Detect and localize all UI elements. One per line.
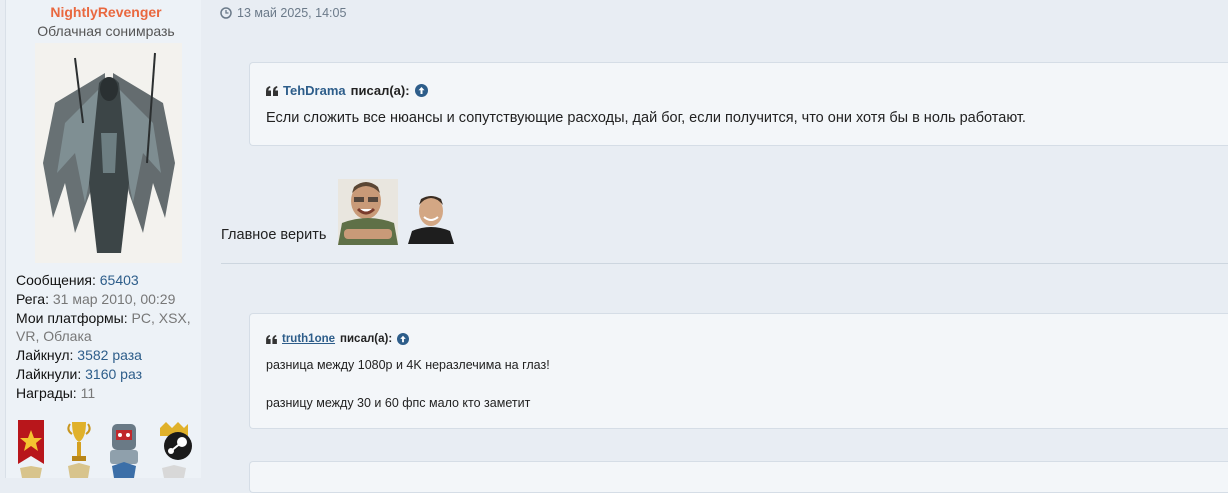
quote-block-3 bbox=[249, 461, 1228, 493]
laughing-man-emote-icon bbox=[338, 179, 398, 245]
author-avatar[interactable] bbox=[35, 43, 182, 263]
robot-award-icon[interactable] bbox=[106, 418, 142, 478]
quote-author-link[interactable]: TehDrama bbox=[283, 83, 346, 98]
author-username[interactable]: NightlyRevenger bbox=[6, 4, 206, 20]
post-date[interactable]: 13 май 2025, 14:05 bbox=[220, 6, 346, 20]
stat-awards: Награды: 11 bbox=[16, 384, 96, 401]
stat-posts-value[interactable]: 65403 bbox=[100, 272, 139, 288]
post-date-text: 13 май 2025, 14:05 bbox=[237, 6, 347, 20]
quote-block: TehDrama писал(а): Если сложить все нюан… bbox=[249, 62, 1228, 146]
quote-icon bbox=[266, 85, 278, 96]
go-to-post-icon[interactable] bbox=[397, 333, 410, 345]
author-sidebar: NightlyRevenger Облачная сонимразь Сообщ… bbox=[5, 0, 201, 478]
post-divider bbox=[221, 263, 1228, 264]
quote-header-2: truth1one писал(а): bbox=[266, 333, 410, 345]
quote-text: Если сложить все нюансы и сопутствующие … bbox=[266, 110, 1026, 126]
clock-icon bbox=[220, 7, 232, 19]
trophy-award-icon[interactable] bbox=[64, 420, 94, 478]
stat-posts: Сообщения: 65403 bbox=[16, 272, 139, 288]
stat-platforms-cont: VR, Облака bbox=[16, 328, 92, 345]
quote-block-2: truth1one писал(а): разница между 1080p … bbox=[249, 313, 1228, 429]
awards-list bbox=[16, 418, 206, 478]
quote-icon bbox=[266, 334, 277, 344]
stat-liked-by-value[interactable]: 3160 раз bbox=[85, 366, 142, 382]
author-stats: Сообщения: 65403 Рега: 31 мар 2010, 00:2… bbox=[16, 271, 206, 403]
author-rank-title: Облачная сонимразь bbox=[37, 23, 175, 39]
quote-text-line-1: разница между 1080p и 4K неразлечима на … bbox=[266, 358, 550, 372]
quote-said-label: писал(а): bbox=[350, 83, 410, 98]
quote-text-line-2: разницу между 30 и 60 фпс мало кто замет… bbox=[266, 396, 531, 410]
stat-liked-by: Лайкнули: 3160 раз bbox=[16, 365, 142, 382]
quote-author-link-2[interactable]: truth1one bbox=[282, 333, 335, 345]
smiling-man-emote-icon bbox=[408, 189, 454, 244]
stat-liked: Лайкнул: 3582 раза bbox=[16, 347, 142, 364]
quote-header: TehDrama писал(а): bbox=[266, 83, 428, 98]
post-body-text: Главное верить bbox=[221, 227, 327, 243]
go-to-post-icon[interactable] bbox=[414, 84, 428, 97]
stat-liked-value[interactable]: 3582 раза bbox=[77, 347, 142, 363]
star-ribbon-award-icon[interactable] bbox=[16, 420, 46, 478]
stat-platforms: Мои платформы: PC, XSX, bbox=[16, 309, 191, 326]
stat-registered: Рега: 31 мар 2010, 00:29 bbox=[16, 290, 176, 307]
quote-said-label-2: писал(а): bbox=[340, 333, 393, 345]
post-content: 13 май 2025, 14:05 TehDrama писал(а): Ес… bbox=[220, 0, 1228, 493]
steam-crown-award-icon[interactable] bbox=[154, 420, 196, 478]
